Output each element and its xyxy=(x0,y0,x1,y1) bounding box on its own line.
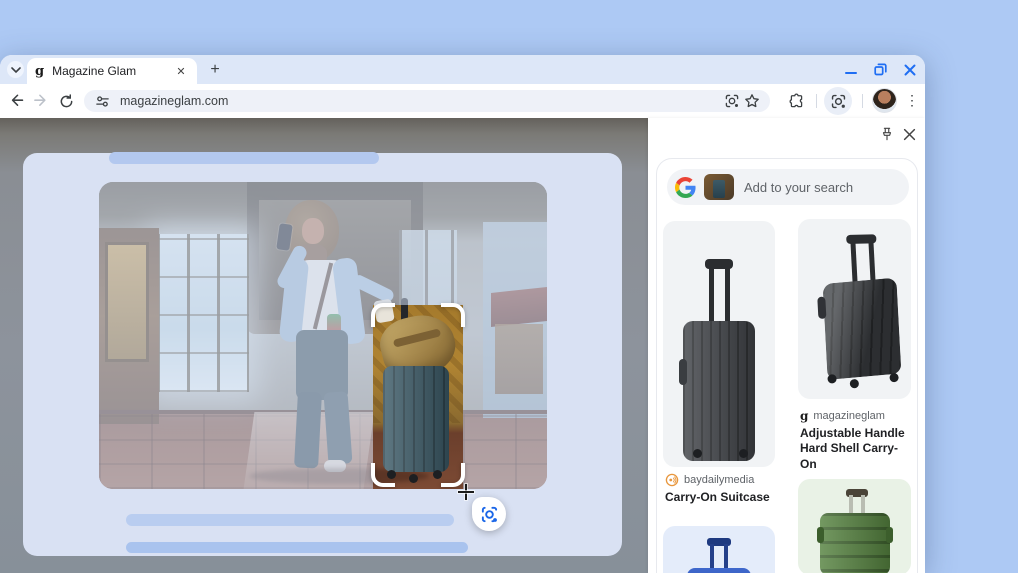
result-image-adjustable[interactable] xyxy=(798,219,911,399)
chevron-down-icon xyxy=(10,66,21,73)
new-tab-button[interactable]: + xyxy=(205,60,225,80)
result-image-carry-on[interactable] xyxy=(663,221,775,467)
address-bar[interactable]: magazineglam.com xyxy=(84,90,770,112)
pin-icon xyxy=(882,127,892,141)
forward-button[interactable] xyxy=(33,92,51,110)
result-source: baydailymedia xyxy=(684,474,755,486)
window-minimize-button[interactable] xyxy=(840,61,862,78)
restore-icon xyxy=(873,63,887,76)
extensions-button[interactable] xyxy=(787,92,805,110)
url-text: magazineglam.com xyxy=(120,94,229,108)
window-close-button[interactable] xyxy=(899,61,921,78)
close-icon xyxy=(903,128,915,140)
bookmark-star-icon[interactable] xyxy=(742,91,762,111)
suitcase-wheel xyxy=(409,474,418,483)
browser-window: g Magazine Glam ✕ + magazineglam.com ⋮ A… xyxy=(0,55,925,573)
extensions-icon xyxy=(789,93,802,107)
lens-icon xyxy=(481,506,497,522)
lens-dim-top xyxy=(99,182,547,305)
tab-favicon: g xyxy=(35,63,45,79)
lens-fab-button[interactable] xyxy=(472,497,506,531)
profile-avatar[interactable] xyxy=(872,88,897,113)
result-source: magazineglam xyxy=(813,410,885,422)
crosshair-cursor xyxy=(458,484,474,500)
article-photo[interactable] xyxy=(99,182,547,489)
query-thumbnail-suitcase xyxy=(713,180,725,198)
tab-search-button[interactable] xyxy=(7,61,24,78)
add-to-search-placeholder: Add to your search xyxy=(744,179,854,195)
result-title[interactable]: Carry-On Suitcase xyxy=(665,490,775,505)
back-icon xyxy=(11,94,24,106)
pin-panel-button[interactable] xyxy=(878,125,896,143)
lens-dim-right xyxy=(463,305,547,489)
lens-results-card: Add to your search baydailymedia Carry-O… xyxy=(656,158,918,573)
result-image-green-suitcase[interactable] xyxy=(798,479,911,573)
lens-search-bar[interactable]: Add to your search xyxy=(667,169,909,205)
tab-title: Magazine Glam xyxy=(52,64,137,78)
skeleton-headline xyxy=(109,152,379,164)
minimize-icon xyxy=(845,71,857,74)
lens-toolbar-button[interactable] xyxy=(824,87,852,115)
result-source-row[interactable]: g magazineglam xyxy=(800,409,885,423)
tab-strip: g Magazine Glam ✕ + xyxy=(0,55,925,84)
result-source-row[interactable]: baydailymedia xyxy=(665,473,754,487)
back-button[interactable] xyxy=(8,92,26,110)
browser-menu-button[interactable]: ⋮ xyxy=(904,90,920,110)
skeleton-paragraph-1 xyxy=(126,514,454,526)
result-title[interactable]: Adjustable Handle Hard Shell Carry-On xyxy=(800,426,912,472)
selection-corner-tr[interactable] xyxy=(441,303,465,327)
browser-toolbar: magazineglam.com ⋮ xyxy=(0,84,925,118)
reload-button[interactable] xyxy=(57,92,75,110)
toolbar-separator xyxy=(816,94,817,108)
query-thumbnail xyxy=(704,174,734,200)
baydailymedia-favicon xyxy=(665,473,679,487)
tab-close-icon[interactable]: ✕ xyxy=(173,63,189,79)
forward-icon xyxy=(34,94,46,106)
window-restore-button[interactable] xyxy=(869,61,891,78)
lens-address-icon[interactable] xyxy=(722,91,742,111)
selection-corner-bl[interactable] xyxy=(371,463,395,487)
page-viewport xyxy=(0,118,648,573)
skeleton-paragraph-2 xyxy=(126,542,468,553)
site-info-icon[interactable] xyxy=(92,91,112,111)
toolbar-separator-2 xyxy=(862,94,863,108)
magazineglam-favicon: g xyxy=(800,409,809,423)
reload-icon xyxy=(60,93,72,107)
close-panel-button[interactable] xyxy=(900,125,918,143)
tab-magazine-glam[interactable]: g Magazine Glam ✕ xyxy=(27,58,197,84)
google-logo xyxy=(675,176,696,198)
lens-icon xyxy=(831,94,845,108)
selection-corner-tl[interactable] xyxy=(371,303,395,327)
close-icon xyxy=(904,64,916,75)
lens-dim-left xyxy=(99,305,373,489)
suitcase-body xyxy=(383,366,449,472)
result-image-blue-suitcase[interactable] xyxy=(663,526,775,573)
lens-side-panel: Add to your search baydailymedia Carry-O… xyxy=(648,118,925,573)
